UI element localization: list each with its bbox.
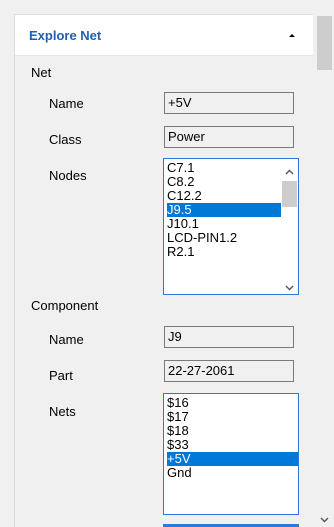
nodes-scroll-down-button[interactable] bbox=[285, 280, 294, 291]
nodes-scroll-thumb[interactable] bbox=[282, 181, 297, 207]
list-item[interactable]: C8.2 bbox=[167, 175, 298, 189]
list-item[interactable]: +5V bbox=[167, 452, 298, 466]
component-name-field[interactable]: J9 bbox=[164, 326, 294, 348]
nodes-scrollbar[interactable] bbox=[281, 159, 298, 294]
component-nets-label: Nets bbox=[49, 404, 76, 419]
list-item[interactable]: $33 bbox=[167, 438, 298, 452]
list-item[interactable]: J10.1 bbox=[167, 217, 298, 231]
component-nets-listbox[interactable]: $16 $17 $18 $33 +5V Gnd bbox=[163, 393, 299, 515]
component-name-label: Name bbox=[49, 332, 84, 347]
net-class-label: Class bbox=[49, 132, 82, 147]
explore-net-panel: Explore Net Net Name +5V Class Power Nod… bbox=[14, 14, 313, 527]
nodes-scroll-up-button[interactable] bbox=[285, 165, 294, 175]
net-class-field[interactable]: Power bbox=[164, 126, 294, 148]
list-item[interactable]: Gnd bbox=[167, 466, 298, 480]
list-item[interactable]: $17 bbox=[167, 410, 298, 424]
component-part-label: Part bbox=[49, 368, 73, 383]
panel-header: Explore Net bbox=[15, 15, 313, 56]
list-item[interactable]: C7.1 bbox=[167, 161, 298, 175]
list-item[interactable]: R2.1 bbox=[167, 245, 298, 259]
chevron-down-icon bbox=[285, 285, 294, 291]
net-nodes-listbox[interactable]: C7.1 C8.2 C12.2 J9.5 J10.1 LCD-PIN1.2 R2.1 bbox=[163, 158, 299, 295]
net-name-field[interactable]: +5V bbox=[164, 92, 294, 114]
nets-list: $16 $17 $18 $33 +5V Gnd bbox=[164, 394, 298, 480]
chevron-up-icon bbox=[285, 169, 294, 175]
nodes-list: C7.1 C8.2 C12.2 J9.5 J10.1 LCD-PIN1.2 R2.1 bbox=[164, 159, 298, 259]
component-section-label: Component bbox=[31, 298, 99, 313]
collapse-button[interactable] bbox=[285, 29, 299, 41]
panel-scrollbar[interactable] bbox=[315, 14, 334, 526]
net-name-label: Name bbox=[49, 96, 84, 111]
net-nodes-label: Nodes bbox=[49, 168, 87, 183]
net-section-label: Net bbox=[31, 65, 52, 80]
list-item[interactable]: $16 bbox=[167, 396, 298, 410]
list-item[interactable]: $18 bbox=[167, 424, 298, 438]
panel-scroll-thumb[interactable] bbox=[317, 16, 332, 70]
panel-title: Explore Net bbox=[29, 28, 102, 43]
list-item[interactable]: C12.2 bbox=[167, 189, 298, 203]
component-part-field[interactable]: 22-27-2061 bbox=[164, 360, 294, 382]
panel-scroll-down-button[interactable] bbox=[320, 512, 329, 523]
list-item[interactable]: J9.5 bbox=[167, 203, 298, 217]
list-item[interactable]: LCD-PIN1.2 bbox=[167, 231, 298, 245]
collapse-up-icon bbox=[289, 34, 295, 37]
chevron-down-icon bbox=[320, 517, 329, 523]
